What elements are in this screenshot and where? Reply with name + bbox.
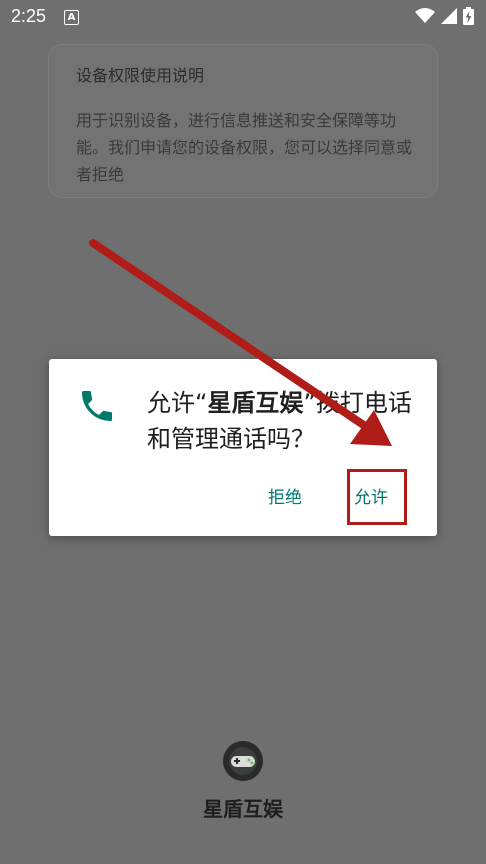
dialog-message: 允许“星盾互娱”拨打电话和管理通话吗？ — [147, 385, 417, 457]
permission-info-card: 设备权限使用说明 用于识别设备，进行信息推送和安全保障等功能。我们申请您的设备权… — [48, 44, 438, 198]
battery-charging-icon — [463, 7, 474, 25]
system-icons — [415, 6, 474, 26]
permission-card-description: 用于识别设备，进行信息推送和安全保障等功能。我们申请您的设备权限，您可以选择同意… — [76, 111, 413, 184]
signal-icon — [441, 8, 457, 24]
permission-card-title: 设备权限使用说明 — [76, 66, 205, 85]
deny-button[interactable]: 拒绝 — [268, 483, 302, 508]
notification-a-icon: A — [64, 10, 79, 25]
gamepad-icon — [223, 741, 263, 781]
dialog-message-prefix: 允许“ — [147, 389, 208, 417]
dialog-app-name: 星盾互娱 — [207, 389, 304, 417]
status-time: 2:25 — [11, 6, 47, 26]
app-name: 星盾互娱 — [203, 797, 283, 821]
allow-button-highlight — [347, 469, 407, 525]
phone-icon — [82, 391, 112, 421]
wifi-icon — [415, 8, 435, 23]
status-bar: 2:25 A — [0, 0, 486, 34]
